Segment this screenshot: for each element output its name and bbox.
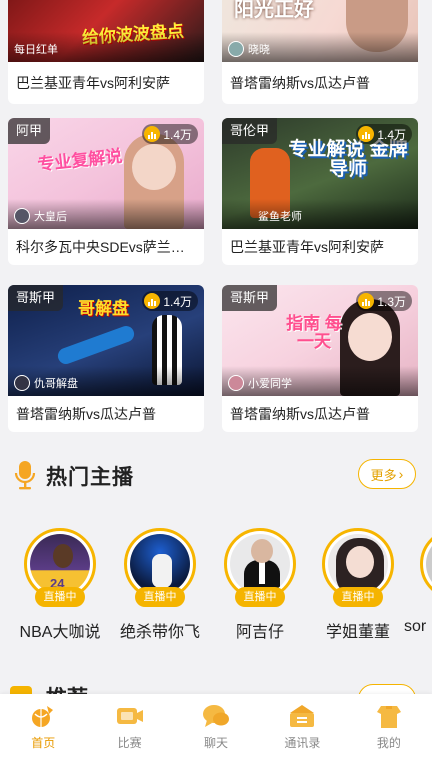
heat-badge: 1.4万: [142, 291, 198, 311]
section-title: 热门主播: [46, 466, 134, 489]
heat-badge: 1.4万: [356, 124, 412, 144]
anchor-avatar: [14, 208, 30, 224]
card-thumbnail: 专业解说 金牌导师 哥伦甲 1.4万 鲨鱼老师: [222, 118, 418, 229]
card-promo-text: 哥解盘: [78, 299, 129, 318]
card-promo-text: 专业解说 金牌导师: [288, 139, 408, 180]
card-anchor-name: 小爱同学: [248, 378, 292, 390]
card-anchor-name: 大皇后: [34, 211, 67, 223]
tab-label: 聊天: [204, 736, 229, 750]
host-item[interactable]: 直播中 阿吉仔: [218, 528, 302, 642]
card-anchor: 每日红单: [14, 41, 58, 57]
card-anchor: 仇哥解盘: [14, 375, 78, 391]
card-title: 普塔雷纳斯vs瓜达卢普: [230, 406, 370, 422]
tab-match[interactable]: 比赛: [86, 694, 172, 760]
heat-badge: 1.3万: [356, 291, 412, 311]
tab-label: 首页: [31, 736, 56, 750]
chat-icon: [201, 702, 231, 730]
match-card[interactable]: 指南 每一天 哥斯甲 1.3万 小爱同学 普塔雷纳斯vs瓜达卢普: [222, 285, 418, 432]
match-card[interactable]: 专业解说 金牌导师 哥伦甲 1.4万 鲨鱼老师 巴兰基亚青年vs阿利安萨: [222, 118, 418, 265]
card-promo-text: 指南 每一天: [286, 314, 342, 351]
anchor-avatar: [228, 41, 244, 57]
live-badge: 直播中: [135, 587, 185, 607]
league-badge: 哥斯甲: [8, 285, 64, 311]
tab-contacts[interactable]: 通讯录: [259, 694, 345, 760]
match-card[interactable]: 专业复解说 阿甲 1.4万 大皇后 科尔多瓦中央SDEvs萨兰…: [8, 118, 204, 265]
live-badge: 直播中: [333, 587, 383, 607]
card-thumbnail: 给你波波盘点 每日红单: [8, 0, 204, 62]
heat-badge: 1.4万: [142, 124, 198, 144]
heat-icon: [358, 293, 375, 309]
microphone-icon: [14, 461, 36, 490]
tab-label: 我的: [376, 736, 401, 750]
heat-icon: [144, 293, 161, 309]
host-item[interactable]: 24 直播中 NBA大咖说: [18, 528, 102, 642]
card-anchor: 大皇后: [14, 208, 67, 224]
heat-icon: [358, 126, 375, 142]
card-title: 普塔雷纳斯vs瓜达卢普: [16, 406, 156, 422]
card-anchor-name: 晓晓: [248, 44, 270, 56]
tab-home[interactable]: 首页: [0, 694, 86, 760]
match-card[interactable]: 阳光正好 晓晓 普塔雷纳斯vs瓜达卢普: [222, 0, 418, 104]
host-name: 绝杀带你飞: [119, 624, 200, 641]
live-badge: 直播中: [235, 587, 285, 607]
card-anchor: 鲨鱼老师: [228, 208, 302, 224]
card-title: 科尔多瓦中央SDEvs萨兰…: [16, 239, 185, 255]
host-name: 学姐董董: [325, 624, 390, 641]
host-item[interactable]: 直播中 绝杀带你飞: [118, 528, 202, 642]
host-name: sor: [404, 618, 427, 635]
more-button[interactable]: 更多 ›: [358, 459, 416, 489]
card-thumbnail: 专业复解说 阿甲 1.4万 大皇后: [8, 118, 204, 229]
league-badge: 哥伦甲: [222, 118, 278, 144]
host-avatar: 直播中: [322, 528, 394, 607]
bottom-tab-bar: 首页 比赛 聊天 通讯录 我的: [0, 694, 432, 760]
host-name: 阿吉仔: [235, 624, 284, 641]
card-promo-text: 阳光正好: [234, 0, 314, 21]
card-thumbnail: 指南 每一天 哥斯甲 1.3万 小爱同学: [222, 285, 418, 396]
heat-value: 1.4万: [163, 294, 192, 309]
card-anchor-name: 每日红单: [14, 44, 58, 56]
host-item[interactable]: 直播中 学姐董董: [316, 528, 400, 642]
host-avatar: 24 直播中: [24, 528, 96, 607]
anchor-avatar: [228, 375, 244, 391]
tab-profile[interactable]: 我的: [346, 694, 432, 760]
card-thumbnail: 哥解盘 哥斯甲 1.4万 仇哥解盘: [8, 285, 204, 396]
card-anchor-name: 仇哥解盘: [34, 378, 78, 390]
host-name: NBA大咖说: [19, 624, 101, 641]
heat-value: 1.3万: [377, 294, 406, 309]
card-anchor: 小爱同学: [228, 375, 292, 391]
host-item[interactable]: sor: [404, 528, 432, 636]
tab-chat[interactable]: 聊天: [173, 694, 259, 760]
card-title: 巴兰基亚青年vs阿利安萨: [230, 239, 384, 255]
host-avatar: 直播中: [224, 528, 296, 607]
home-icon: [28, 702, 58, 730]
card-thumbnail: 阳光正好 晓晓: [222, 0, 418, 62]
heat-value: 1.4万: [163, 127, 192, 142]
chevron-right-icon: ›: [398, 466, 404, 482]
more-label: 更多: [370, 467, 397, 483]
tab-label: 通讯录: [284, 736, 321, 750]
card-title: 普塔雷纳斯vs瓜达卢普: [230, 75, 370, 91]
card-title: 巴兰基亚青年vs阿利安萨: [16, 75, 170, 91]
match-card[interactable]: 给你波波盘点 每日红单 巴兰基亚青年vs阿利安萨: [8, 0, 204, 104]
heat-icon: [144, 126, 161, 142]
league-badge: 阿甲: [8, 118, 51, 144]
host-avatar: [420, 528, 432, 600]
heat-value: 1.4万: [377, 127, 406, 142]
card-anchor: 晓晓: [228, 41, 270, 57]
contacts-icon: [287, 702, 317, 730]
match-card[interactable]: 哥解盘 哥斯甲 1.4万 仇哥解盘 普塔雷纳斯vs瓜达卢普: [8, 285, 204, 432]
card-anchor-name: 鲨鱼老师: [258, 211, 302, 223]
host-avatar: 直播中: [124, 528, 196, 607]
hot-hosts-header: 热门主播 更多 ›: [0, 452, 432, 496]
anchor-avatar: [14, 375, 30, 391]
match-icon: [115, 702, 145, 730]
league-badge: 哥斯甲: [222, 285, 278, 311]
live-badge: 直播中: [35, 587, 85, 607]
profile-icon: [374, 702, 404, 730]
tab-label: 比赛: [117, 736, 142, 750]
